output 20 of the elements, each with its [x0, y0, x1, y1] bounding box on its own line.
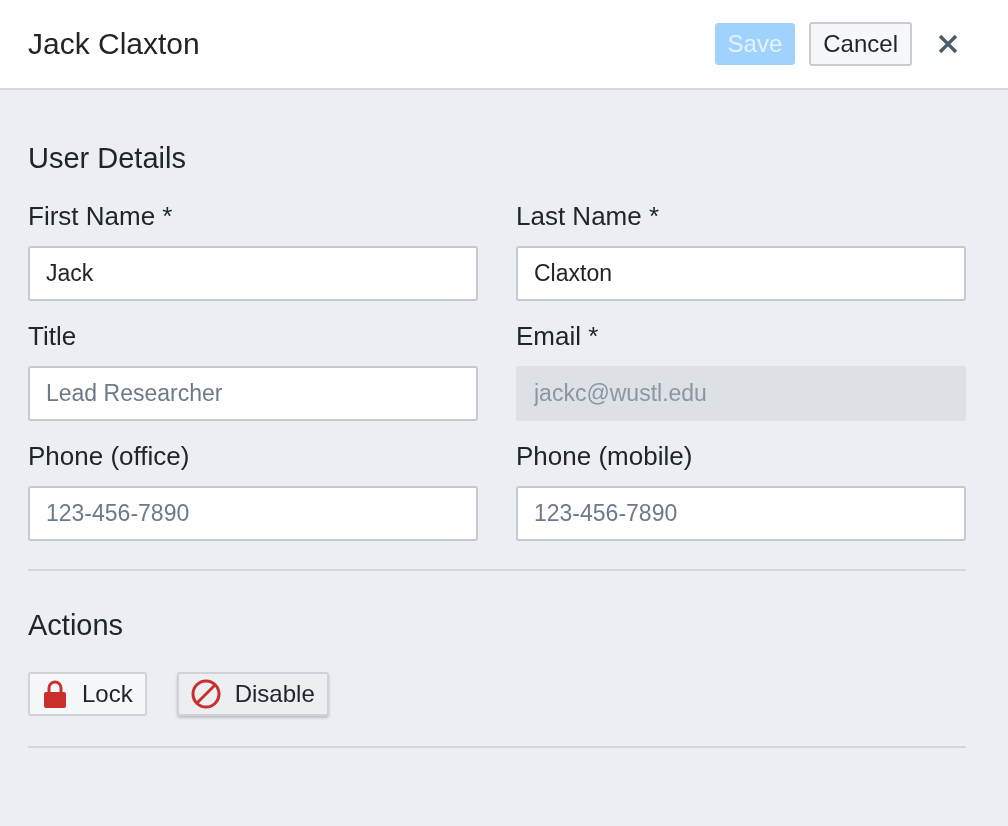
field-label: First Name * — [28, 201, 174, 232]
input-field[interactable]: 123-456-7890 — [516, 486, 966, 541]
section-heading: Actions — [28, 609, 125, 642]
input-field[interactable]: 123-456-7890 — [28, 486, 478, 541]
field-label: Title — [28, 321, 78, 352]
field-label: Email * — [516, 321, 600, 352]
close-icon[interactable] — [938, 34, 958, 54]
input-field[interactable]: Lead Researcher — [28, 366, 478, 421]
disable-button[interactable]: Disable — [176, 672, 329, 716]
prohibited-icon — [190, 679, 221, 709]
field-label: Last Name * — [516, 201, 661, 232]
dialog-title: Jack Claxton — [28, 27, 200, 61]
section-heading: User Details — [28, 142, 187, 175]
input-field[interactable]: Claxton — [516, 246, 966, 301]
cancel-button[interactable]: Cancel — [809, 22, 912, 66]
field-label: Phone (office) — [28, 441, 191, 472]
field-label: Phone (mobile) — [516, 441, 694, 472]
lock-button[interactable]: Lock — [28, 672, 147, 716]
input-field[interactable]: Jack — [28, 246, 478, 301]
padlock-icon — [42, 679, 68, 709]
